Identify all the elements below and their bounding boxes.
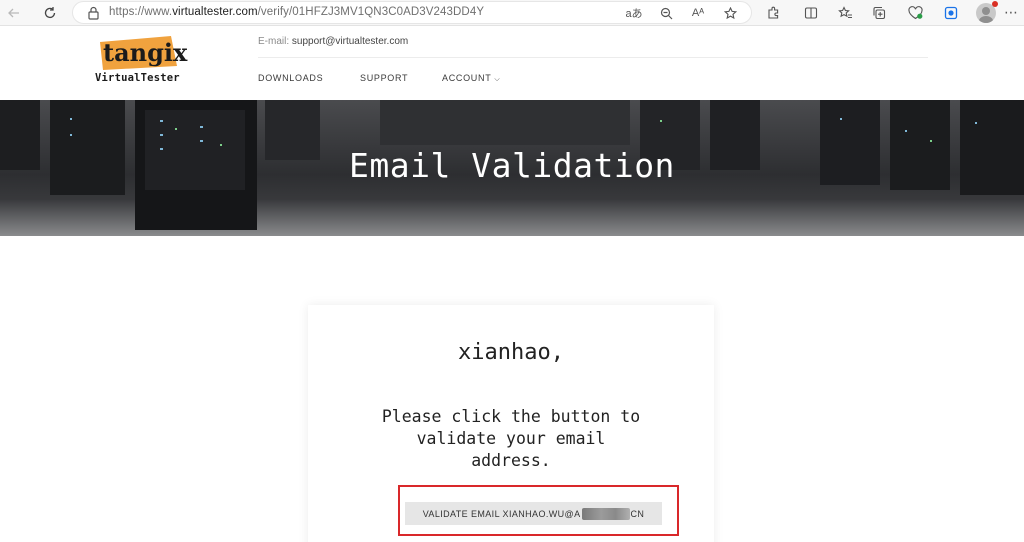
nav-support[interactable]: SUPPORT — [360, 73, 408, 83]
more-options-icon[interactable]: ⋯ — [1004, 4, 1019, 21]
extensions-icon[interactable] — [764, 4, 782, 22]
tangix-logo[interactable]: tangix VirtualTester — [95, 36, 188, 88]
greeting-text: xianhao, — [458, 340, 564, 365]
contact-label: E-mail: — [258, 36, 290, 47]
performance-icon[interactable] — [906, 4, 924, 22]
nav-downloads[interactable]: DOWNLOADS — [258, 73, 323, 83]
validate-button-suffix: CN — [630, 508, 645, 519]
arrow-left-icon — [8, 8, 19, 18]
page-title: Email Validation — [349, 146, 675, 185]
nav-account-label: ACCOUNT — [442, 73, 492, 83]
browser-essentials-icon[interactable] — [942, 4, 960, 22]
nav-account[interactable]: ACCOUNT ⌵ — [442, 73, 500, 84]
url-path: /verify/01HFZJ3MV1QN3C0AD3V243DD4Y — [257, 6, 485, 18]
header-divider — [258, 57, 928, 58]
address-bar[interactable]: https://www.virtualtester.com/verify/01H… — [72, 1, 752, 24]
logo-subtitle: VirtualTester — [95, 72, 180, 84]
split-screen-icon[interactable] — [802, 4, 820, 22]
notification-dot — [992, 1, 998, 7]
read-aloud-icon[interactable]: aあ — [625, 4, 643, 22]
collections-icon[interactable] — [870, 4, 888, 22]
chevron-down-icon: ⌵ — [494, 76, 501, 83]
favorites-icon[interactable] — [836, 4, 854, 22]
url-host: virtualtester.com — [172, 6, 258, 18]
lock-icon[interactable] — [87, 6, 100, 20]
validate-email-button[interactable]: VALIDATE EMAIL XIANHAO.WU@A CN — [405, 502, 662, 525]
text-aloud-icon[interactable]: Aᴬ — [689, 4, 707, 22]
browser-toolbar: https://www.virtualtester.com/verify/01H… — [0, 0, 1024, 26]
reload-icon — [44, 7, 56, 19]
zoom-out-icon[interactable] — [657, 4, 675, 22]
redacted-email-blur — [581, 507, 630, 520]
favorite-star-icon[interactable] — [721, 4, 739, 22]
reload-button[interactable] — [40, 3, 60, 23]
instruction-text: Please click the button to validate your… — [381, 407, 641, 470]
logo-word: tangix — [103, 38, 188, 67]
validate-button-prefix: VALIDATE EMAIL XIANHAO.WU@A — [422, 508, 581, 519]
contact-email[interactable]: support@virtualtester.com — [292, 36, 408, 47]
url-prefix: https://www. — [109, 6, 173, 18]
contact-line: E-mail: support@virtualtester.com — [258, 36, 408, 47]
back-button[interactable] — [4, 3, 24, 23]
url-text[interactable]: https://www.virtualtester.com/verify/01H… — [109, 6, 484, 18]
